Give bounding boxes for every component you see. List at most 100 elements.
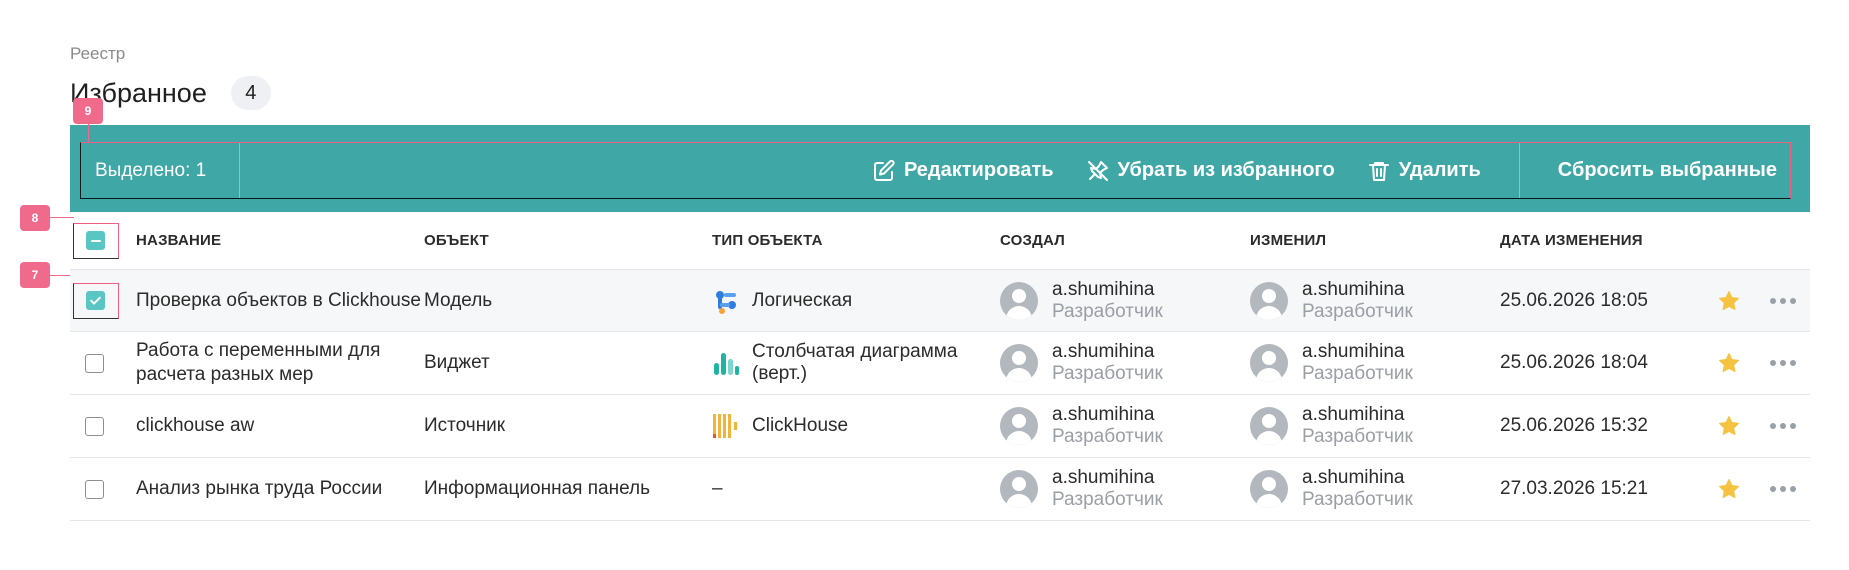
- creator-role: Разработчик: [1052, 426, 1163, 447]
- pin-off-icon: [1087, 160, 1108, 181]
- row-object: Виджет: [424, 352, 490, 373]
- column-header-changed[interactable]: ИЗМЕНИЛ: [1250, 232, 1500, 249]
- avatar: [1000, 470, 1038, 508]
- editor-role: Разработчик: [1302, 300, 1413, 322]
- marker-8: 8: [20, 205, 50, 231]
- row-type-label: Логическая: [752, 289, 853, 311]
- select-all-checkbox[interactable]: [86, 231, 105, 250]
- creator-name: a.shumihina: [1052, 278, 1155, 300]
- editor-name: a.shumihina: [1302, 467, 1405, 488]
- unfavorite-button[interactable]: Убрать из избранного: [1086, 159, 1335, 183]
- column-header-created[interactable]: СОЗДАЛ: [1000, 232, 1250, 249]
- editor-name: a.shumihina: [1302, 404, 1405, 425]
- delete-label: Удалить: [1398, 159, 1481, 181]
- row-check-cell: [70, 416, 136, 436]
- row-creator: a.shumihina Разработчик: [1000, 467, 1250, 511]
- minus-icon: [90, 239, 101, 242]
- table-row[interactable]: Проверка объектов в Clickhouse Модель Ло…: [70, 269, 1810, 332]
- row-date: 25.06.2026 18:04: [1500, 352, 1648, 373]
- row-name[interactable]: Работа с переменными для расчета разных …: [136, 339, 424, 387]
- row-type: ClickHouse: [712, 412, 1000, 440]
- row-editor: a.shumihina Разработчик: [1250, 404, 1500, 448]
- selection-action-bar: Выделено: 1 Редактировать Убрать из избр…: [70, 125, 1810, 212]
- row-creator: a.shumihina Разработчик: [1000, 404, 1250, 448]
- favorite-cell: [1700, 414, 1758, 438]
- row-editor: a.shumihina Разработчик: [1250, 467, 1500, 511]
- row-name[interactable]: Анализ рынка труда России: [136, 477, 424, 501]
- table-row[interactable]: clickhouse aw Источник ClickHouse a.shum…: [70, 395, 1810, 458]
- avatar: [1250, 344, 1288, 382]
- column-header-object[interactable]: ОБЪЕКТ: [424, 232, 712, 249]
- table-header: НАЗВАНИЕ ОБЪЕКТ ТИП ОБЪЕКТА СОЗДАЛ ИЗМЕН…: [70, 212, 1810, 269]
- row-editor: a.shumihina Разработчик: [1250, 279, 1500, 323]
- row-type: Логическая: [712, 287, 1000, 315]
- table-row[interactable]: Работа с переменными для расчета разных …: [70, 332, 1810, 395]
- avatar: [1000, 344, 1038, 382]
- editor-name: a.shumihina: [1302, 278, 1405, 300]
- row-date: 25.06.2026 18:05: [1500, 289, 1648, 311]
- row-checkbox[interactable]: [85, 353, 104, 373]
- favorite-cell: [1700, 477, 1758, 501]
- clickhouse-icon: [713, 414, 737, 438]
- row-checkbox[interactable]: [86, 291, 105, 310]
- favorite-cell: [1700, 289, 1758, 313]
- selection-toolbar: Выделено: 1 Редактировать Убрать из избр…: [80, 142, 1791, 199]
- row-date: 25.06.2026 15:32: [1500, 415, 1648, 436]
- marker-9: 9: [73, 98, 103, 124]
- more-icon[interactable]: [1770, 360, 1796, 366]
- favorite-cell: [1700, 351, 1758, 375]
- star-icon[interactable]: [1717, 289, 1741, 313]
- row-type-label: –: [712, 478, 723, 499]
- column-header-date[interactable]: ДАТА ИЗМЕНЕНИЯ: [1500, 232, 1700, 249]
- avatar: [1250, 407, 1288, 445]
- count-badge: 4: [230, 76, 271, 110]
- more-cell: [1758, 360, 1808, 366]
- more-icon[interactable]: [1770, 486, 1796, 492]
- editor-role: Разработчик: [1302, 363, 1413, 384]
- edit-button[interactable]: Редактировать: [872, 159, 1054, 183]
- creator-name: a.shumihina: [1052, 467, 1155, 488]
- row-checkbox[interactable]: [85, 479, 104, 499]
- selected-count: Выделено: 1: [81, 143, 240, 198]
- row-date: 27.03.2026 15:21: [1500, 478, 1648, 499]
- creator-name: a.shumihina: [1052, 341, 1155, 362]
- star-icon[interactable]: [1717, 351, 1741, 375]
- check-icon: [90, 296, 101, 305]
- row-name[interactable]: Проверка объектов в Clickhouse: [136, 289, 424, 313]
- column-header-name[interactable]: НАЗВАНИЕ: [136, 229, 424, 253]
- row-checkbox-frame: [73, 282, 119, 319]
- star-icon[interactable]: [1717, 477, 1741, 501]
- avatar: [1250, 470, 1288, 508]
- row-object: Информационная панель: [424, 478, 650, 499]
- row-creator: a.shumihina Разработчик: [1000, 279, 1250, 323]
- table-row[interactable]: Анализ рынка труда России Информационная…: [70, 458, 1810, 521]
- avatar: [1250, 281, 1288, 320]
- row-check-cell: [70, 282, 136, 319]
- star-icon[interactable]: [1717, 414, 1741, 438]
- row-check-cell: [70, 353, 136, 373]
- editor-name: a.shumihina: [1302, 341, 1405, 362]
- reset-selection-button[interactable]: Сбросить выбранные: [1518, 143, 1790, 198]
- favorites-table: НАЗВАНИЕ ОБЪЕКТ ТИП ОБЪЕКТА СОЗДАЛ ИЗМЕН…: [70, 212, 1810, 521]
- row-name[interactable]: clickhouse aw: [136, 414, 424, 438]
- row-type: –: [712, 478, 1000, 500]
- edit-icon: [873, 159, 895, 181]
- creator-name: a.shumihina: [1052, 404, 1155, 425]
- column-header-type[interactable]: ТИП ОБЪЕКТА: [712, 230, 1000, 252]
- more-cell: [1758, 423, 1808, 429]
- row-type-label: ClickHouse: [752, 415, 849, 436]
- marker-7: 7: [20, 262, 50, 288]
- editor-role: Разработчик: [1302, 426, 1413, 447]
- row-checkbox[interactable]: [85, 416, 104, 436]
- editor-role: Разработчик: [1302, 489, 1413, 510]
- delete-button[interactable]: Удалить: [1367, 159, 1481, 183]
- breadcrumb[interactable]: Реестр: [70, 44, 125, 64]
- more-icon[interactable]: [1770, 297, 1796, 304]
- row-creator: a.shumihina Разработчик: [1000, 341, 1250, 385]
- row-type-label: Столбчатая диаграмма (верт.): [752, 341, 958, 384]
- more-cell: [1758, 486, 1808, 492]
- more-icon[interactable]: [1770, 423, 1796, 429]
- bar-chart-icon: [714, 353, 739, 375]
- creator-role: Разработчик: [1052, 363, 1163, 384]
- trash-icon: [1368, 161, 1389, 181]
